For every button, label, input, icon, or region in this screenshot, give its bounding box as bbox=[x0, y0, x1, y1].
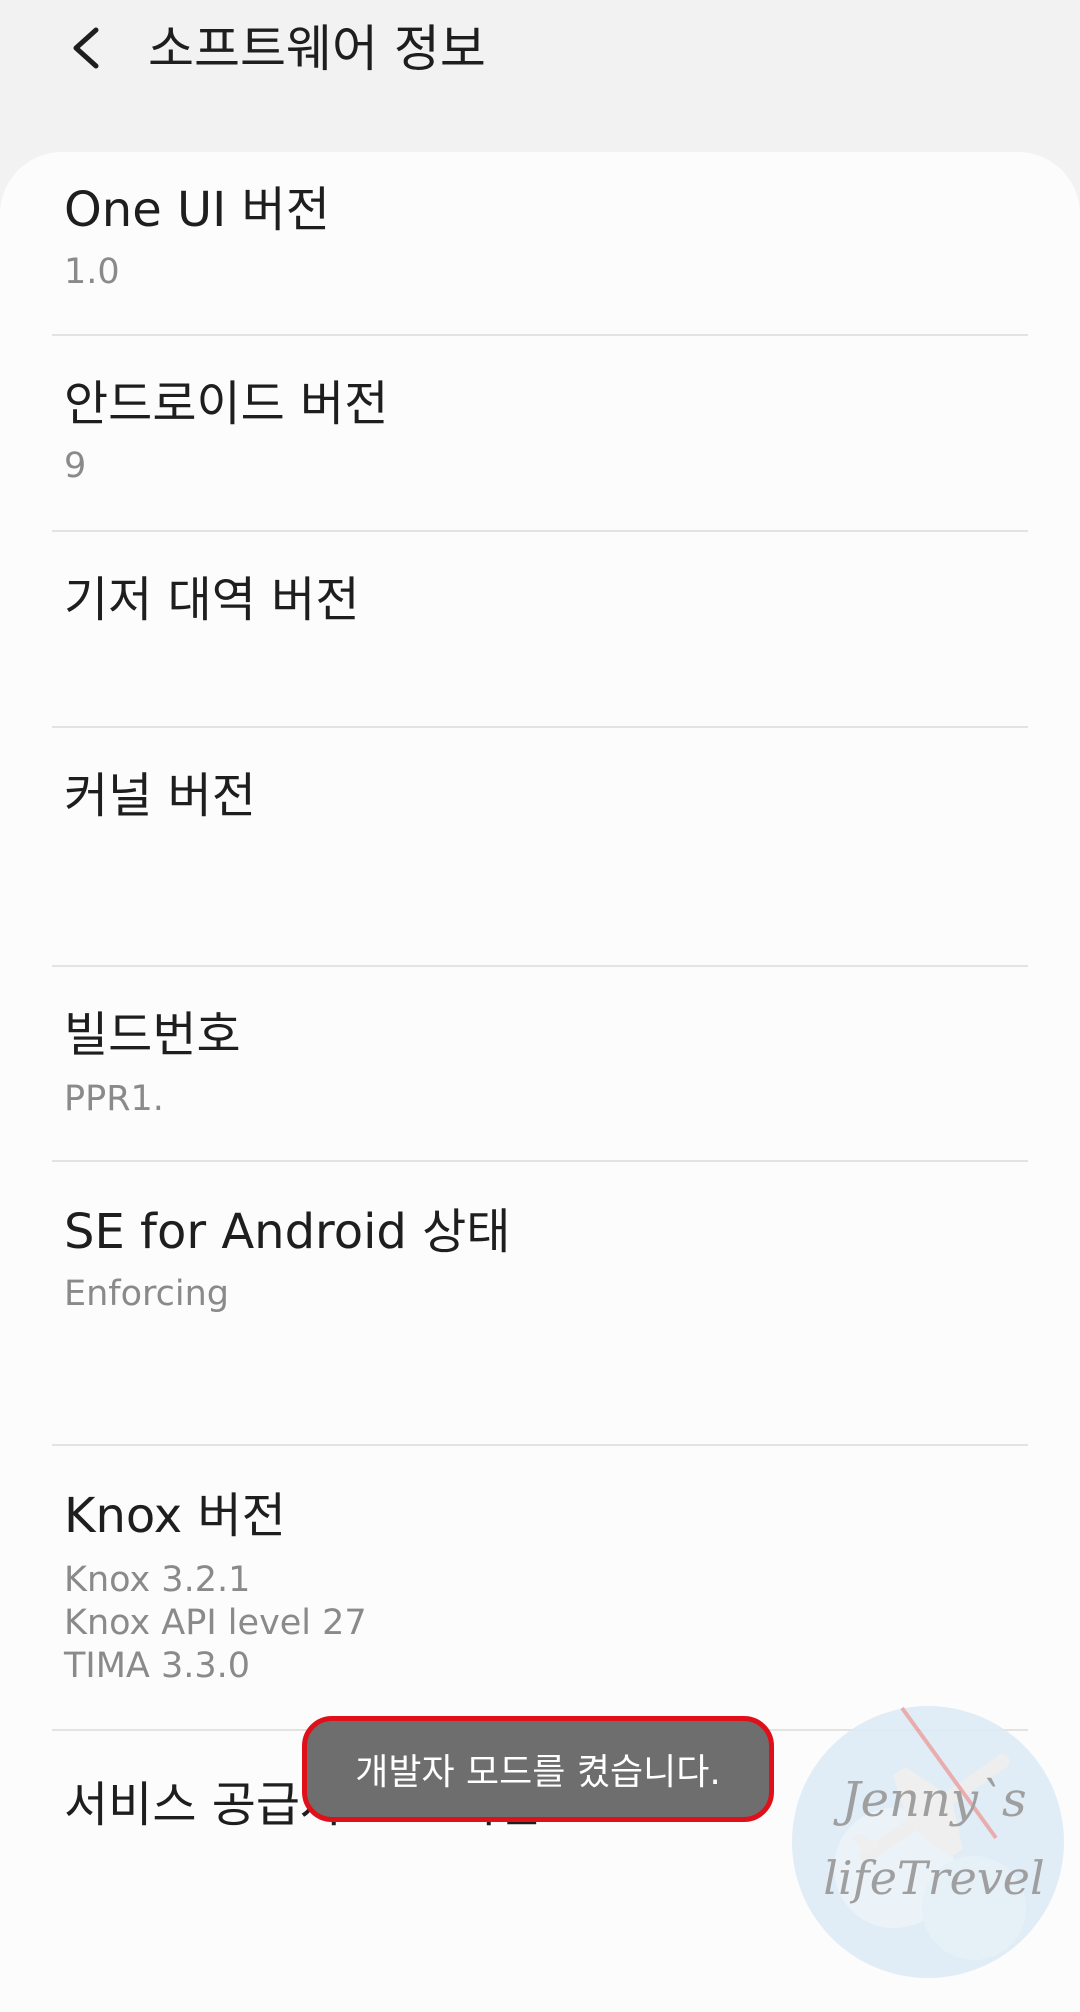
item-subtitle: 1.0 bbox=[64, 252, 120, 292]
item-title: 안드로이드 버전 bbox=[64, 376, 389, 432]
item-title: Knox 버전 bbox=[64, 1488, 286, 1544]
back-button[interactable] bbox=[58, 18, 114, 78]
list-item-baseband-version[interactable]: 기저 대역 버전 bbox=[0, 532, 1080, 728]
page-title: 소프트웨어 정보 bbox=[148, 20, 486, 78]
item-subtitle: Enforcing bbox=[64, 1274, 230, 1314]
list-item-build-number[interactable]: 빌드번호 PPR1. bbox=[0, 967, 1080, 1161]
item-title: 기저 대역 버전 bbox=[64, 572, 360, 628]
item-title: SE for Android 상태 bbox=[64, 1204, 511, 1260]
toast-message: 개발자 모드를 켰습니다. bbox=[302, 1716, 774, 1822]
app-bar: 소프트웨어 정보 bbox=[0, 0, 1080, 110]
list-item-android-version[interactable]: 안드로이드 버전 9 bbox=[0, 336, 1080, 532]
list-item-kernel-version[interactable]: 커널 버전 bbox=[0, 728, 1080, 966]
item-title: One UI 버전 bbox=[64, 182, 330, 238]
item-title: 빌드번호 bbox=[64, 1007, 241, 1063]
list-item-se-android-status[interactable]: SE for Android 상태 Enforcing bbox=[0, 1162, 1080, 1444]
watermark-logo: Jenny`s lifeTrevel bbox=[784, 1698, 1072, 1986]
chevron-left-icon bbox=[73, 27, 99, 69]
item-subtitle-line: Knox 3.2.1 bbox=[64, 1560, 251, 1600]
list-item-knox-version[interactable]: Knox 버전 Knox 3.2.1 Knox API level 27 TIM… bbox=[0, 1446, 1080, 1730]
watermark-line1: Jenny`s bbox=[832, 1772, 1026, 1828]
item-title: 커널 버전 bbox=[64, 768, 256, 824]
watermark-line2: lifeTrevel bbox=[823, 1851, 1045, 1905]
item-subtitle-line: TIMA 3.3.0 bbox=[64, 1646, 251, 1686]
item-subtitle: PPR1. bbox=[64, 1079, 164, 1119]
item-subtitle: 9 bbox=[64, 446, 87, 486]
toast-text: 개발자 모드를 켰습니다. bbox=[355, 1752, 721, 1793]
list-item-one-ui-version[interactable]: One UI 버전 1.0 bbox=[0, 152, 1080, 336]
item-subtitle-line: Knox API level 27 bbox=[64, 1603, 367, 1643]
